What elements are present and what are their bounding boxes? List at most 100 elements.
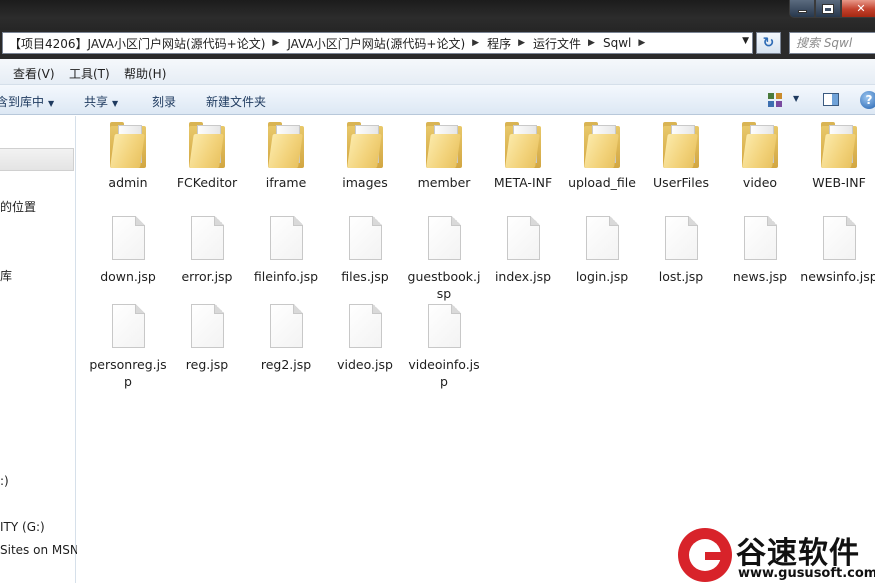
folder-item[interactable]: FCKeditor (167, 122, 247, 191)
menu-bar: 查看(V) 工具(T) 帮助(H) (0, 59, 875, 85)
folder-item[interactable]: video (720, 122, 800, 191)
nav-item-sites-on-msn[interactable]: Sites on MSN (0, 543, 79, 557)
folder-item[interactable]: iframe (246, 122, 326, 191)
nav-selected-item[interactable] (0, 148, 74, 171)
breadcrumb-program[interactable]: 程序 ▶ (487, 35, 533, 52)
chevron-right-icon[interactable]: ▶ (272, 38, 279, 48)
share-button[interactable]: 共享 ▼ (84, 93, 118, 110)
file-item[interactable]: videoinfo.jsp (404, 304, 484, 390)
file-icon (269, 216, 303, 260)
address-row: 【项目4206】JAVA小区门户网站(源代码+论文) ▶ JAVA小区门户网站(源… (0, 30, 875, 59)
folder-icon (740, 122, 780, 170)
file-icon (111, 216, 145, 260)
folder-item[interactable]: upload_file (562, 122, 642, 191)
file-item[interactable]: down.jsp (88, 216, 168, 285)
chevron-right-icon[interactable]: ▶ (638, 38, 645, 48)
breadcrumb-site[interactable]: JAVA小区门户网站(源代码+论文) ▶ (287, 35, 487, 52)
file-icon (427, 304, 461, 348)
nav-item-libraries[interactable]: 库 (0, 267, 12, 284)
file-item[interactable]: lost.jsp (641, 216, 721, 285)
file-item[interactable]: news.jsp (720, 216, 800, 285)
folder-icon (187, 122, 227, 170)
minimize-button[interactable] (789, 0, 815, 18)
folder-name: WEB-INF (812, 175, 866, 190)
menu-view[interactable]: 查看(V) (13, 65, 55, 82)
file-icon (111, 304, 145, 348)
menu-help[interactable]: 帮助(H) (124, 65, 166, 82)
file-icon (506, 216, 540, 260)
change-view-icon[interactable] (768, 93, 782, 107)
file-item[interactable]: reg.jsp (167, 304, 247, 373)
nav-item-recent-places[interactable]: 的位置 (0, 198, 36, 215)
file-icon (190, 216, 224, 260)
address-dropdown-icon[interactable]: ▼ (742, 36, 749, 46)
breadcrumb-label: 【项目4206】JAVA小区门户网站(源代码+论文) (9, 36, 266, 51)
breadcrumb-label: 运行文件 (533, 36, 582, 51)
file-item[interactable]: files.jsp (325, 216, 405, 285)
file-item[interactable]: login.jsp (562, 216, 642, 285)
preview-pane-icon[interactable] (823, 93, 839, 106)
burn-button[interactable]: 刻录 (152, 93, 176, 110)
folder-item[interactable]: UserFiles (641, 122, 721, 191)
file-icon (348, 304, 382, 348)
help-icon[interactable]: ? (860, 91, 875, 109)
maximize-button[interactable] (815, 0, 841, 18)
file-item[interactable]: newsinfo.jsp (799, 216, 875, 285)
breadcrumb-project[interactable]: 【项目4206】JAVA小区门户网站(源代码+论文) ▶ (9, 35, 287, 52)
minimize-icon (797, 10, 807, 13)
folder-name: upload_file (568, 175, 636, 190)
folder-item[interactable]: admin (88, 122, 168, 191)
folder-item[interactable]: META-INF (483, 122, 563, 191)
chevron-down-icon[interactable]: ▼ (793, 94, 799, 103)
file-icon (585, 216, 619, 260)
title-bar: ✕ (0, 0, 875, 30)
close-icon: ✕ (856, 2, 866, 15)
new-folder-button[interactable]: 新建文件夹 (206, 93, 266, 110)
chevron-right-icon[interactable]: ▶ (472, 38, 479, 48)
search-input[interactable]: 搜索 Sqwl (789, 32, 875, 54)
folder-name: iframe (265, 175, 307, 190)
folder-icon (345, 122, 385, 170)
file-item[interactable]: guestbook.jsp (404, 216, 484, 302)
file-name: index.jsp (494, 269, 552, 284)
include-in-library-button[interactable]: 含到库中 ▼ (0, 93, 54, 110)
folder-icon (108, 122, 148, 170)
file-name: guestbook.jsp (407, 269, 481, 301)
file-item[interactable]: video.jsp (325, 304, 405, 373)
chevron-right-icon[interactable]: ▶ (518, 38, 525, 48)
folder-item[interactable]: WEB-INF (799, 122, 875, 191)
file-name: video.jsp (337, 357, 393, 372)
watermark: 谷速软件 www.gususoft.com (676, 526, 875, 583)
folder-name: FCKeditor (176, 175, 238, 190)
folder-icon (819, 122, 859, 170)
file-item[interactable]: reg2.jsp (246, 304, 326, 373)
folder-name: member (417, 175, 471, 190)
folder-item[interactable]: images (325, 122, 405, 191)
file-name: personreg.jsp (89, 357, 167, 389)
nav-item-drive[interactable]: :) (0, 474, 9, 488)
menu-tools[interactable]: 工具(T) (69, 65, 110, 82)
folder-name: images (342, 175, 388, 190)
file-list: admin FCKeditor iframe images member META-INF… (77, 116, 875, 583)
file-icon (822, 216, 856, 260)
file-icon (427, 216, 461, 260)
file-name: reg.jsp (185, 357, 229, 372)
file-item[interactable]: personreg.jsp (88, 304, 168, 390)
address-bar[interactable]: 【项目4206】JAVA小区门户网站(源代码+论文) ▶ JAVA小区门户网站(源… (2, 32, 753, 54)
file-name: lost.jsp (658, 269, 704, 284)
chevron-right-icon[interactable]: ▶ (588, 38, 595, 48)
folder-icon (503, 122, 543, 170)
folder-item[interactable]: member (404, 122, 484, 191)
navigation-pane: 的位置 库 :) ITY (G:) Sites on MSN (0, 116, 79, 583)
breadcrumb-sqwl[interactable]: Sqwl ▶ (603, 36, 653, 50)
file-item[interactable]: fileinfo.jsp (246, 216, 326, 285)
file-item[interactable]: error.jsp (167, 216, 247, 285)
nav-item-drive-g[interactable]: ITY (G:) (0, 520, 45, 534)
breadcrumb-label: 程序 (487, 36, 512, 51)
breadcrumb-run-files[interactable]: 运行文件 ▶ (533, 35, 603, 52)
file-item[interactable]: index.jsp (483, 216, 563, 285)
refresh-button[interactable]: ↻ (756, 32, 781, 54)
close-button[interactable]: ✕ (841, 0, 875, 18)
file-name: videoinfo.jsp (408, 357, 480, 389)
include-in-library-label: 含到库中 (0, 95, 45, 109)
